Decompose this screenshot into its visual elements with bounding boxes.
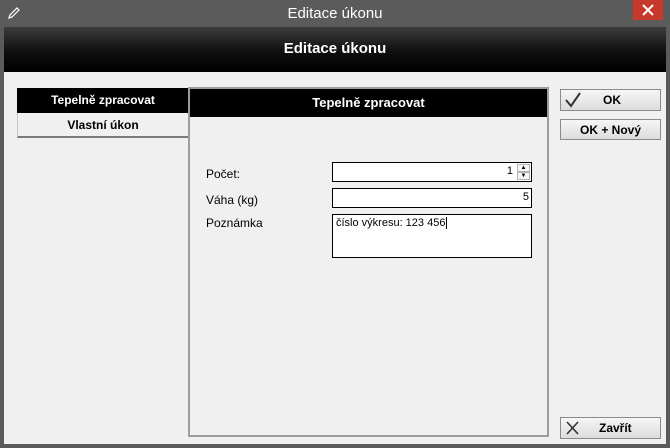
operation-list: Tepelně zpracovat Vlastní úkon (17, 88, 189, 138)
panel-title: Tepelně zpracovat (190, 89, 547, 117)
window-titlebar[interactable]: Editace úkonu (0, 0, 670, 27)
x-icon (566, 421, 579, 435)
dialog-title: Editace úkonu (283, 40, 387, 57)
close-button[interactable]: Zavřít (560, 417, 661, 439)
list-item-tepelne-zpracovat[interactable]: Tepelně zpracovat (17, 88, 189, 113)
close-label: Zavřít (599, 421, 632, 435)
dialog-header: Editace úkonu (4, 27, 666, 72)
operation-panel: Tepelně zpracovat Počet: 1 ▲ ▼ Váha (kg)… (188, 87, 549, 437)
poznamka-textarea[interactable]: číslo výkresu: 123 456 (332, 214, 532, 258)
vaha-label: Váha (kg) (206, 193, 259, 207)
ok-label: OK (603, 93, 621, 107)
stepper-down-icon[interactable]: ▼ (517, 172, 530, 180)
list-item-vlastni-ukon[interactable]: Vlastní úkon (17, 113, 189, 138)
poznamka-value: číslo výkresu: 123 456 (336, 217, 446, 229)
ok-new-button[interactable]: OK + Nový (560, 119, 661, 140)
ok-new-label: OK + Nový (579, 123, 642, 137)
window-close-button[interactable] (633, 0, 663, 20)
text-cursor (446, 217, 448, 229)
stepper-up-icon[interactable]: ▲ (517, 164, 530, 172)
pocet-input[interactable]: 1 ▲ ▼ (332, 162, 532, 182)
close-icon (642, 4, 654, 16)
ok-button[interactable]: OK (560, 89, 661, 111)
pocet-value: 1 (506, 165, 513, 177)
vaha-value: 5 (522, 191, 529, 203)
window-title: Editace úkonu (287, 5, 383, 22)
vaha-input[interactable]: 5 (332, 188, 532, 208)
window-body: Editace úkonu Tepelně zpracovat Vlastní … (4, 27, 666, 444)
checkmark-icon (565, 92, 581, 108)
pocet-stepper[interactable]: ▲ ▼ (517, 164, 530, 180)
pocet-label: Počet: (206, 167, 241, 181)
poznamka-label: Poznámka (206, 216, 263, 230)
